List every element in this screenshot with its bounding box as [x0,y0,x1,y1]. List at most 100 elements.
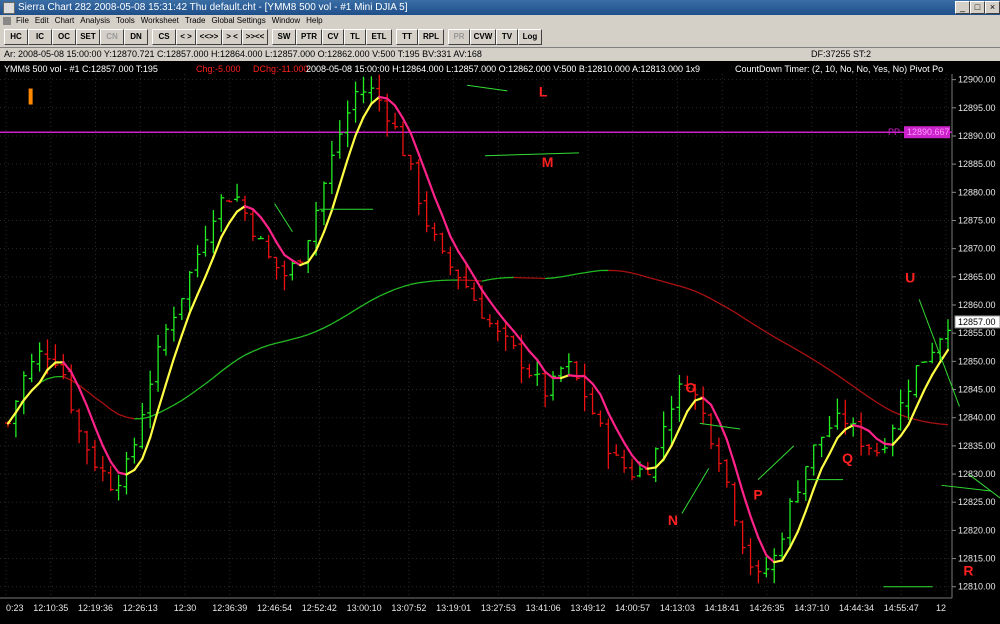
maximize-button[interactable]: □ [970,1,985,14]
toolbar-button-sw-11[interactable]: SW [272,29,296,45]
x-tick-label-12: 13:41:06 [526,603,561,613]
x-tick-label-6: 12:46:54 [257,603,292,613]
y-tick-label-10: 12860.00 [958,300,996,310]
app-icon [3,2,15,14]
menu-edit[interactable]: Edit [32,15,52,27]
avg-segment-69 [545,277,554,280]
annotation-letter-o: O [685,379,696,395]
df-status-text: DF:37255 ST:2 [811,49,872,59]
chart-background [0,61,1000,624]
menu-help[interactable]: Help [303,15,325,27]
orange-marker [28,88,33,105]
annotation-letter-r: R [963,562,973,578]
y-tick-label-11: 12865.00 [958,272,996,282]
toolbar-button-etl-15[interactable]: ETL [366,29,392,45]
title-bar: Sierra Chart 282 2008-05-08 15:31:42 Thu… [0,0,1000,15]
price-chart[interactable]: PP12890.667 LMONPQUSTR 12810.0012815.001… [0,61,1000,624]
avg-segment-78 [616,269,625,273]
menu-global-settings[interactable]: Global Settings [208,15,268,27]
menu-chart[interactable]: Chart [52,15,78,27]
menu-analysis[interactable]: Analysis [77,15,113,27]
header-dchg: DChg:-11.000 [253,64,308,74]
annotation-letter-p: P [753,486,762,502]
menu-worksheet[interactable]: Worksheet [138,15,182,27]
y-tick-label-2: 12820.00 [958,525,996,535]
toolbar-button-pr-18[interactable]: PR [448,29,470,45]
chart-header: YMM8 500 vol - #1 C:12857.000 T:195 Chg:… [4,64,943,74]
toolbar-button-tt-16[interactable]: TT [396,29,418,45]
x-tick-label-15: 14:13:03 [660,603,695,613]
y-tick-label-7: 12845.00 [958,385,996,395]
x-tick-label-16: 14:18:41 [705,603,740,613]
menu-trade[interactable]: Trade [182,15,209,27]
avg-segment-55 [434,279,443,282]
toolbar-button--8[interactable]: <<>> [196,29,222,45]
annotation-letter-q: Q [842,450,853,466]
close-button[interactable]: × [985,1,1000,14]
toolbar-button-oc-2[interactable]: OC [52,29,76,45]
toolbar-button-dn-5[interactable]: DN [124,29,148,45]
header-bar-info: 2008-05-08 15:00:00 H:12864.000 L:12857.… [306,64,700,74]
toolbar-button-rpl-17[interactable]: RPL [418,29,444,45]
ma-segment-72 [567,374,578,378]
menu-file[interactable]: File [13,15,32,27]
header-symbol: YMM8 500 vol - #1 C:12857.000 T:195 [4,64,158,74]
ma-segment-82 [646,466,657,470]
toolbar-button-log-21[interactable]: Log [518,29,542,45]
toolbar-button-cs-6[interactable]: CS [152,29,176,45]
toolbar-button-cv-13[interactable]: CV [322,29,344,45]
x-tick-label-11: 13:27:53 [481,603,516,613]
x-tick-label-0: 0:23 [6,603,24,613]
toolbar-button-ic-1[interactable]: IC [28,29,52,45]
x-tick-label-20: 14:55:47 [884,603,919,613]
x-tick-label-2: 12:19:36 [78,603,113,613]
x-tick-label-9: 13:07:52 [391,603,426,613]
x-tick-label-14: 14:00:57 [615,603,650,613]
info-bar: Ar: 2008-05-08 15:00:00 Y:12870.721 C:12… [0,48,1000,61]
header-chg: Chg:-5.000 [196,64,241,74]
avg-segment-54 [426,280,435,283]
ma-segment-112 [883,442,894,446]
annotation-letter-m: M [542,154,554,170]
x-tick-label-19: 14:44:34 [839,603,874,613]
bar-info-text: Ar: 2008-05-08 15:00:00 Y:12870.721 C:12… [4,49,482,59]
y-tick-label-14: 12880.00 [958,187,996,197]
pivot-label: PP [888,127,900,137]
x-tick-label-3: 12:26:13 [123,603,158,613]
y-tick-label-1: 12815.00 [958,554,996,564]
toolbar-button-tl-14[interactable]: TL [344,29,366,45]
y-tick-label-12: 12870.00 [958,244,996,254]
x-tick-label-8: 13:00:10 [347,603,382,613]
toolbar-button--9[interactable]: > < [222,29,242,45]
y-tick-label-16: 12890.00 [958,131,996,141]
menu-bar: File Edit Chart Analysis Tools Worksheet Trade… [0,15,1000,27]
menu-window[interactable]: Window [269,15,303,27]
toolbar-button--7[interactable]: < > [176,29,196,45]
y-tick-label-0: 12810.00 [958,582,996,592]
y-tick-label-5: 12835.00 [958,441,996,451]
avg-segment-63 [497,277,506,280]
x-tick-label-4: 12:30 [174,603,197,613]
minimize-button[interactable]: _ [955,1,970,14]
window-title: Sierra Chart 282 2008-05-08 15:31:42 Thu… [18,2,408,13]
y-tick-label-9: 12855.00 [958,328,996,338]
x-tick-label-10: 13:19:01 [436,603,471,613]
toolbar-button--10[interactable]: >><< [242,29,268,45]
x-tick-label-18: 14:37:10 [794,603,829,613]
toolbar-button-cn-4[interactable]: CN [100,29,124,45]
y-tick-label-17: 12895.00 [958,103,996,113]
y-tick-label-6: 12840.00 [958,413,996,423]
toolbar-button-tv-20[interactable]: TV [496,29,518,45]
x-tick-label-5: 12:36:39 [212,603,247,613]
header-countdown: CountDown Timer: (2, 10, No, No, Yes, No… [735,64,943,74]
annotation-letter-u: U [905,269,915,285]
toolbar-button-cvw-19[interactable]: CVW [470,29,496,45]
y-tick-label-8: 12850.00 [958,356,996,366]
x-tick-label-21: 12 [936,603,946,613]
toolbar-button-hc-0[interactable]: HC [4,29,28,45]
menu-tools[interactable]: Tools [113,15,138,27]
toolbar-button-set-3[interactable]: SET [76,29,100,45]
last-price-label: 12857.00 [958,317,996,327]
toolbar-button-ptr-12[interactable]: PTR [296,29,322,45]
x-tick-label-17: 14:26:35 [749,603,784,613]
